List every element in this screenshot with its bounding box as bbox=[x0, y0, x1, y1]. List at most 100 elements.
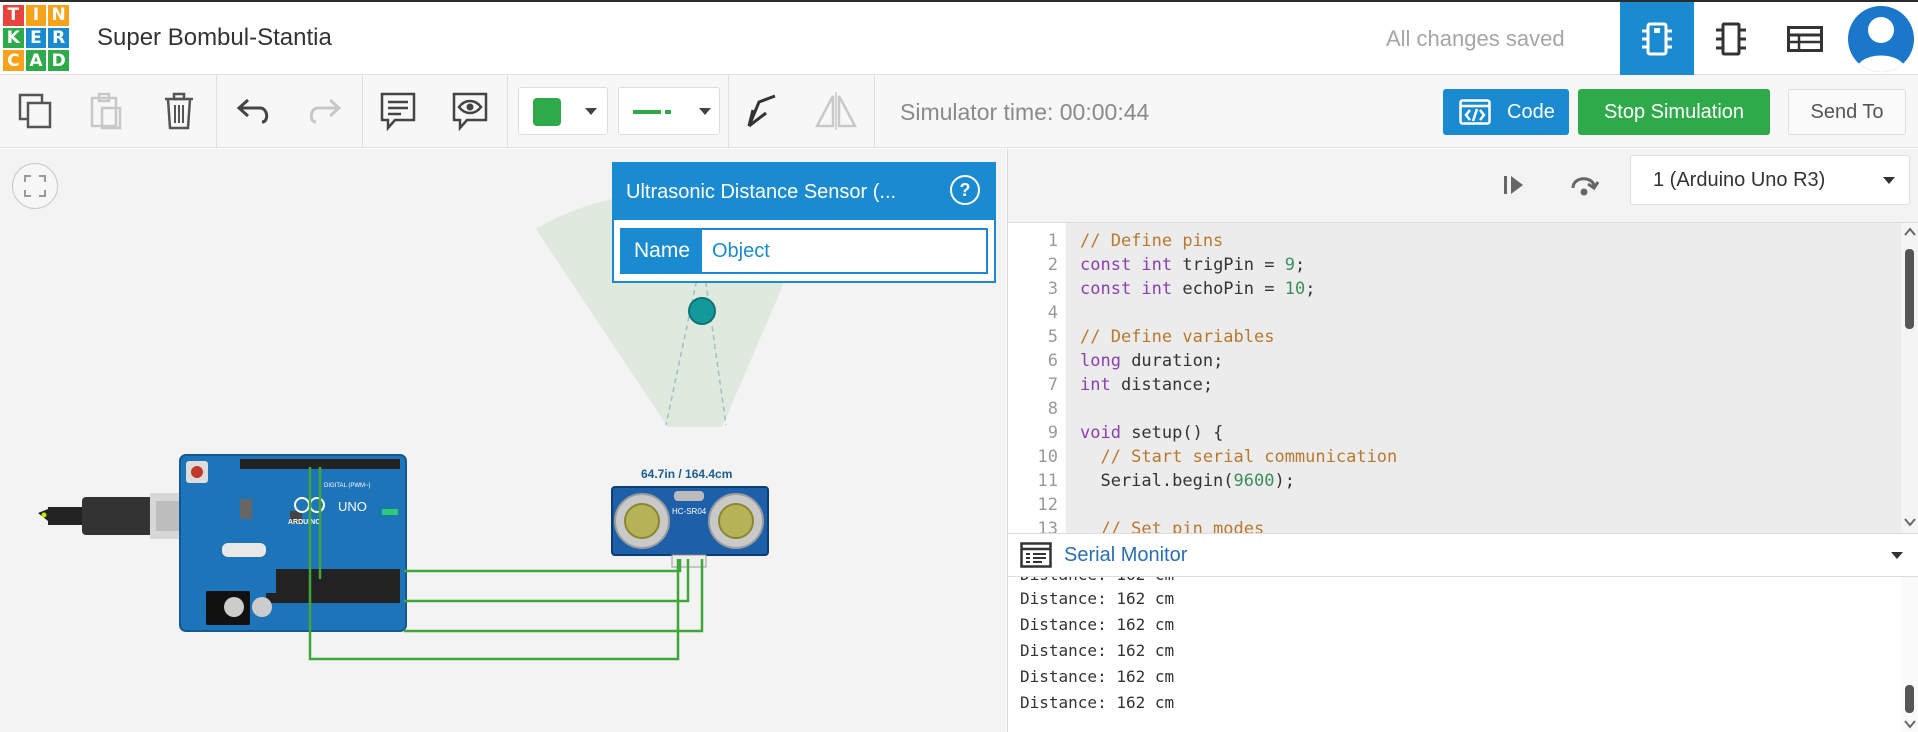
wire-style-icon bbox=[633, 110, 671, 114]
code-token: 10 bbox=[1284, 279, 1306, 299]
scrollbar-thumb[interactable] bbox=[1905, 685, 1914, 713]
serial-monitor-header[interactable]: Serial Monitor bbox=[1008, 533, 1918, 577]
code-token: trigPin = bbox=[1172, 255, 1285, 275]
code-line: 9 void setup() { bbox=[1008, 421, 1898, 445]
code-token: // Start serial communication bbox=[1080, 447, 1398, 467]
code-line: 6 long duration; bbox=[1008, 349, 1898, 373]
logo-letter: E bbox=[25, 27, 47, 49]
code-line: 13 // Set pin modes bbox=[1008, 517, 1898, 533]
code-line: 2 const int trigPin = 9; bbox=[1008, 253, 1898, 277]
logo-letter: T bbox=[3, 5, 24, 26]
distance-readout: 64.7in / 164.4cm bbox=[641, 467, 733, 481]
step-button[interactable] bbox=[1496, 167, 1532, 203]
code-window-icon bbox=[1459, 99, 1491, 125]
code-button[interactable]: Code bbox=[1443, 89, 1569, 135]
eye-note-icon bbox=[452, 92, 488, 131]
code-line: 12 bbox=[1008, 493, 1898, 517]
code-token: setup() { bbox=[1120, 423, 1224, 443]
scroll-up-icon bbox=[1904, 227, 1916, 236]
toolbar-separator bbox=[728, 75, 729, 148]
name-field-input[interactable]: Object bbox=[702, 230, 986, 272]
undo-button[interactable] bbox=[232, 89, 276, 133]
logo-letter: C bbox=[3, 50, 24, 71]
code-token: int bbox=[1080, 375, 1111, 395]
name-field-row: Name Object bbox=[620, 228, 988, 274]
line-number: 12 bbox=[1037, 495, 1058, 515]
code-line: 5 // Define variables bbox=[1008, 325, 1898, 349]
redo-button[interactable] bbox=[302, 89, 346, 133]
send-to-button[interactable]: Send To bbox=[1788, 89, 1906, 135]
logo-letter: K bbox=[3, 27, 24, 49]
serial-monitor-output[interactable]: Distance: 162 cm Distance: 162 cm Distance… bbox=[1008, 577, 1918, 732]
user-avatar[interactable] bbox=[1848, 6, 1914, 72]
toolbar-separator bbox=[507, 75, 508, 148]
line-number: 4 bbox=[1047, 303, 1058, 323]
component-list-view-button[interactable] bbox=[1768, 2, 1842, 75]
code-toolbar: 1 (Arduino Uno R3) bbox=[1008, 149, 1918, 223]
code-token: 9 bbox=[1284, 255, 1295, 275]
serial-output-line: Distance: 162 cm bbox=[1020, 693, 1175, 712]
step-over-icon bbox=[1571, 177, 1599, 196]
chevron-down-icon[interactable] bbox=[1891, 552, 1903, 560]
board-label-uno: UNO bbox=[338, 499, 367, 514]
wire-color-dropdown[interactable] bbox=[518, 87, 608, 135]
circuit-view-button[interactable] bbox=[1620, 2, 1694, 75]
line-number: 9 bbox=[1047, 423, 1058, 443]
editor-scrollbar[interactable] bbox=[1901, 223, 1918, 533]
delete-button[interactable] bbox=[157, 89, 201, 133]
undo-icon bbox=[236, 98, 269, 124]
rotate-icon bbox=[747, 94, 776, 128]
code-line: 11 Serial.begin(9600); bbox=[1008, 469, 1898, 493]
logo-letter: R bbox=[48, 27, 69, 49]
board-label-arduino: ARDUINO bbox=[288, 519, 321, 526]
breadboard-icon bbox=[1642, 22, 1672, 55]
code-token: // Define pins bbox=[1080, 231, 1224, 251]
simulator-time: Simulator time: 00:00:44 bbox=[900, 99, 1150, 125]
code-token: 9600 bbox=[1233, 471, 1275, 491]
paste-button[interactable] bbox=[84, 89, 128, 133]
step-over-button[interactable] bbox=[1566, 167, 1602, 203]
logo-letter: D bbox=[48, 50, 69, 71]
code-token: distance; bbox=[1110, 375, 1214, 395]
table-icon bbox=[1787, 25, 1823, 52]
line-number: 10 bbox=[1037, 447, 1058, 467]
code-token: Serial.begin( bbox=[1080, 471, 1234, 491]
code-editor[interactable]: 1 // Define pins 2 const int trigPin = 9; 3 c… bbox=[1008, 223, 1918, 533]
code-token: long bbox=[1080, 351, 1121, 371]
rotate-button[interactable] bbox=[740, 89, 784, 133]
code-token: const int bbox=[1080, 255, 1173, 275]
chip-icon bbox=[1716, 22, 1746, 55]
code-button-label: Code bbox=[1507, 100, 1555, 123]
tinkercad-logo[interactable]: TIN KER CAD bbox=[3, 5, 69, 71]
help-button[interactable]: ? bbox=[950, 175, 980, 205]
device-selector[interactable]: 1 (Arduino Uno R3) bbox=[1630, 155, 1910, 205]
scrollbar-thumb[interactable] bbox=[1905, 249, 1914, 329]
line-number: 8 bbox=[1047, 399, 1058, 419]
sensor-model-label: HC-SR04 bbox=[672, 507, 707, 516]
notes-visibility-button[interactable] bbox=[448, 89, 492, 133]
board-label-digital: DIGITAL (PWM~) bbox=[324, 483, 371, 489]
circuit-canvas[interactable]: UNO ARDUINO DIGITAL (PWM~) HC-SR04 64.7i… bbox=[0, 149, 1006, 732]
serial-monitor-title: Serial Monitor bbox=[1064, 543, 1188, 566]
copy-icon bbox=[18, 93, 52, 129]
code-line: 3 const int echoPin = 10; bbox=[1008, 277, 1898, 301]
arduino-uno-board bbox=[179, 454, 407, 632]
code-token: duration; bbox=[1120, 351, 1224, 371]
notes-button[interactable] bbox=[376, 89, 420, 133]
line-number: 3 bbox=[1047, 279, 1058, 299]
copy-button[interactable] bbox=[14, 89, 58, 133]
stop-simulation-button[interactable]: Stop Simulation bbox=[1578, 89, 1770, 135]
schematic-view-button[interactable] bbox=[1694, 2, 1768, 75]
serial-output-line: Distance: 162 cm bbox=[1020, 667, 1175, 686]
save-status: All changes saved bbox=[1386, 26, 1565, 51]
flip-icon bbox=[814, 92, 858, 130]
paste-icon bbox=[90, 92, 122, 130]
logo-letter: A bbox=[25, 50, 47, 71]
serial-output-line: Distance: 162 cm bbox=[1020, 577, 1174, 584]
wire-type-dropdown[interactable] bbox=[618, 87, 720, 135]
monitor-scrollbar[interactable] bbox=[1901, 577, 1918, 732]
step-icon bbox=[1504, 176, 1523, 194]
project-title[interactable]: Super Bombul-Stantia bbox=[97, 24, 332, 52]
top-header: TIN KER CAD Super Bombul-Stantia All chang… bbox=[0, 2, 1918, 75]
flip-button[interactable] bbox=[814, 89, 858, 133]
